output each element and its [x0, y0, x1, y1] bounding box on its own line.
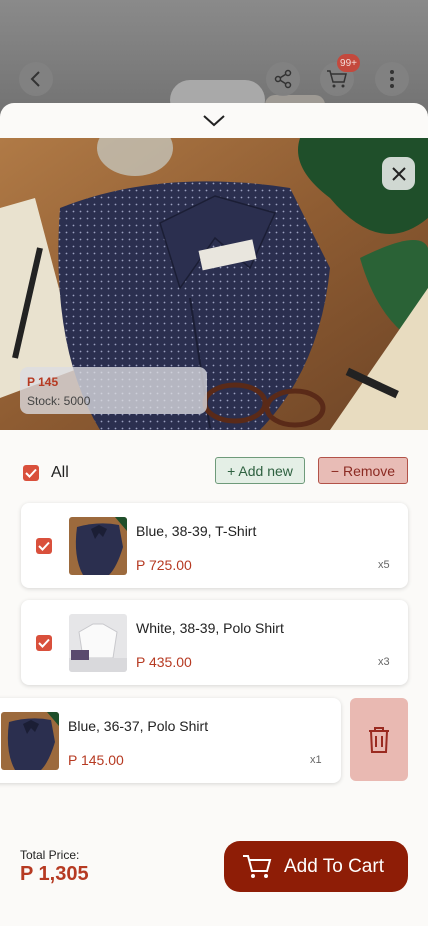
- remove-button[interactable]: − Remove: [318, 457, 408, 484]
- cart-item-card[interactable]: Blue, 38-39, T-Shirt P 725.00 x5: [21, 503, 408, 588]
- item-price: P 725.00: [136, 557, 192, 573]
- item-quantity: x5: [378, 559, 390, 571]
- cart-icon: [243, 854, 272, 878]
- cart-count-badge: 99+: [337, 54, 360, 72]
- close-image-button[interactable]: [382, 157, 415, 190]
- navy-shirt-thumbnail: [1, 712, 59, 770]
- cart-button[interactable]: 99+: [320, 54, 360, 96]
- price-stock-tag: P 145 Stock: 5000: [20, 367, 207, 414]
- chevron-down-icon: [203, 114, 225, 126]
- select-all[interactable]: All: [23, 464, 69, 482]
- item-thumbnail: [69, 614, 127, 672]
- collapse-sheet-button[interactable]: [0, 103, 428, 138]
- item-name: Blue, 36-37, Polo Shirt: [68, 718, 209, 734]
- item-name: White, 38-39, Polo Shirt: [136, 620, 284, 636]
- delete-item-button[interactable]: [350, 698, 408, 781]
- item-thumbnail: [69, 517, 127, 575]
- product-price: P 145: [27, 375, 59, 389]
- item-quantity: x3: [378, 656, 390, 668]
- cart-icon: [327, 70, 347, 88]
- more-icon: [390, 70, 394, 88]
- cart-item-card[interactable]: Blue, 36-37, Polo Shirt P 145.00 x1: [0, 698, 341, 783]
- share-icon: [274, 69, 292, 89]
- select-all-label: All: [51, 464, 69, 481]
- item-price: P 145.00: [68, 752, 124, 768]
- add-new-button[interactable]: + Add new: [215, 457, 305, 484]
- more-button[interactable]: [375, 62, 409, 96]
- variant-sheet: P 145 Stock: 5000 All + Add new − Remove…: [0, 103, 428, 926]
- item-checkbox[interactable]: [36, 635, 52, 651]
- item-name: Blue, 38-39, T-Shirt: [136, 523, 257, 539]
- back-icon: [30, 71, 40, 87]
- white-shirt-thumbnail: [69, 614, 127, 672]
- trash-icon: [369, 726, 389, 753]
- check-icon: [38, 541, 50, 551]
- share-button[interactable]: [266, 62, 300, 96]
- item-checkbox[interactable]: [36, 538, 52, 554]
- check-icon: [25, 468, 37, 478]
- total-price-label: Total Price:: [20, 848, 80, 862]
- check-icon: [38, 638, 50, 648]
- item-thumbnail: [1, 712, 59, 770]
- close-icon: [391, 166, 406, 181]
- item-quantity: x1: [310, 754, 322, 766]
- back-button[interactable]: [19, 62, 53, 96]
- product-stock: Stock: 5000: [27, 394, 91, 408]
- total-price-value: P 1,305: [20, 863, 89, 885]
- add-to-cart-button[interactable]: Add To Cart: [224, 841, 408, 892]
- item-price: P 435.00: [136, 654, 192, 670]
- cart-item-card[interactable]: White, 38-39, Polo Shirt P 435.00 x3: [21, 600, 408, 685]
- navy-shirt-thumbnail: [69, 517, 127, 575]
- selection-controls: All + Add new − Remove: [0, 430, 428, 498]
- product-image: P 145 Stock: 5000: [0, 138, 428, 430]
- add-to-cart-label: Add To Cart: [284, 855, 384, 877]
- select-all-checkbox[interactable]: [23, 465, 39, 481]
